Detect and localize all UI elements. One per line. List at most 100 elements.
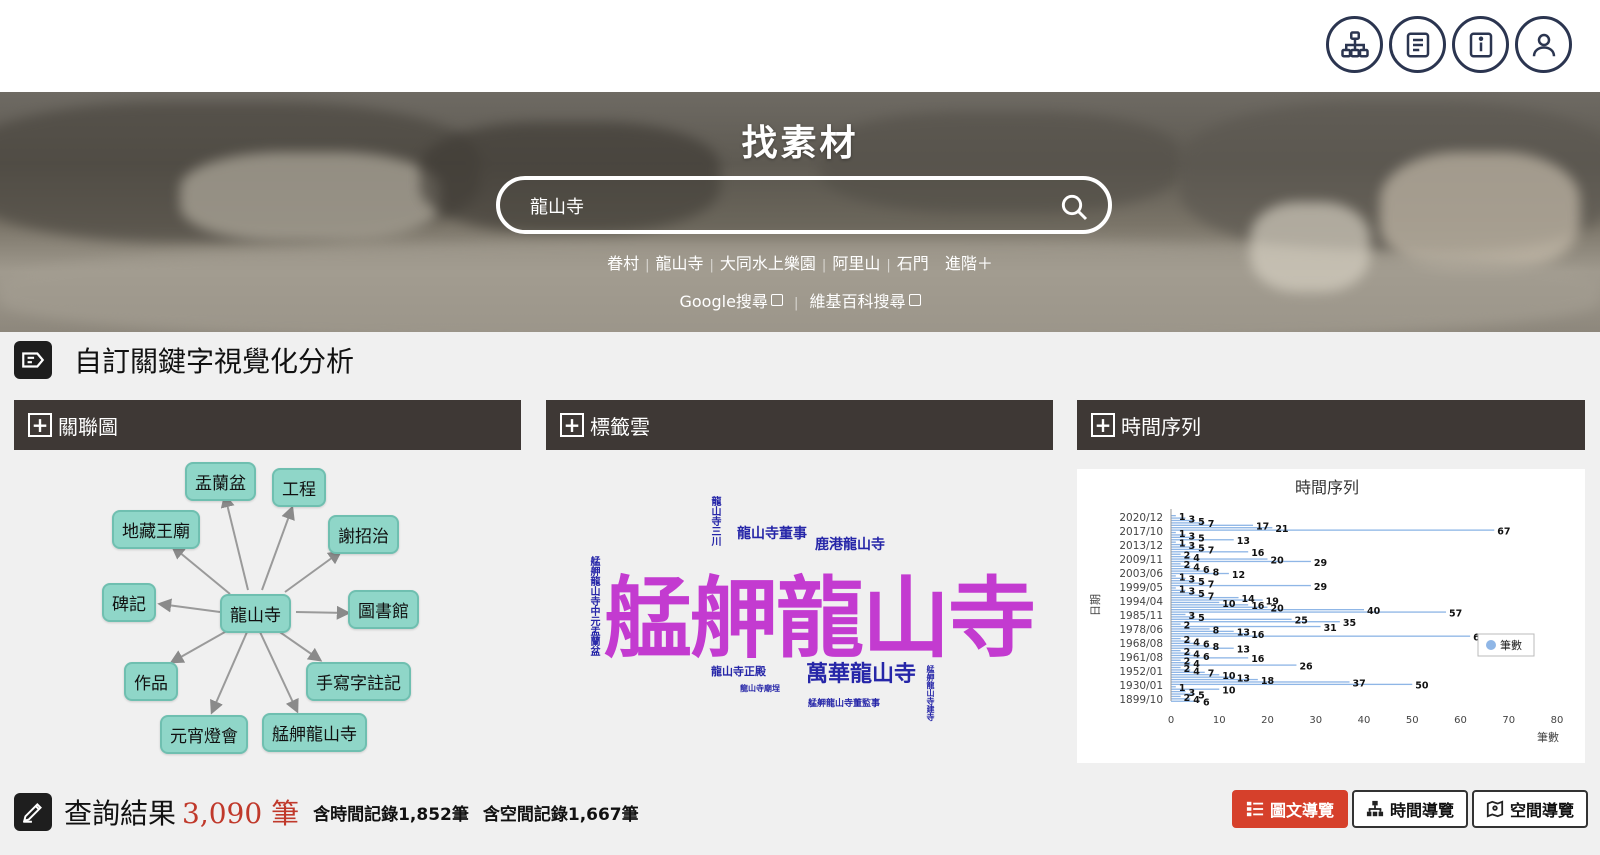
data-label: 18 <box>1261 676 1275 687</box>
panel-cloud-header[interactable]: + 標籤雲 <box>546 400 1053 450</box>
chart-bar <box>1171 683 1413 686</box>
panel-timeline-header[interactable]: + 時間序列 <box>1077 400 1585 450</box>
quick-link-3[interactable]: 大同水上樂園 <box>720 254 816 273</box>
cloud-word[interactable]: 艋舺龍山寺建寺 <box>925 665 936 721</box>
chart-bar <box>1171 529 1495 531</box>
data-label: 20 <box>1271 555 1285 566</box>
data-label: 29 <box>1314 582 1327 593</box>
wiki-search-link[interactable]: 維基百科搜尋 <box>810 292 921 311</box>
data-label: 2 <box>1184 664 1191 675</box>
space-guide-button[interactable]: 空間導覽 <box>1472 790 1589 828</box>
graph-node[interactable]: 盂蘭盆 <box>185 462 256 501</box>
graph-node[interactable]: 謝招治 <box>328 515 399 554</box>
results-label: 查詢結果 <box>64 797 177 830</box>
results-count: 3,090 筆 <box>182 797 300 830</box>
data-label: 5 <box>1198 517 1205 528</box>
graph-node[interactable]: 艋舺龍山寺 <box>262 713 367 752</box>
x-tick-label: 50 <box>1406 715 1419 726</box>
chart-bar <box>1171 541 1176 543</box>
data-label: 1 <box>1179 584 1186 595</box>
user-icon <box>1532 33 1555 56</box>
timeline-chart-svg: 時間序列 0 10 20 30 40 50 60 70 80 筆數 日期 2020/12 2017/10 2… <box>1089 478 1563 744</box>
search-input[interactable] <box>530 192 1030 220</box>
sitemap-button[interactable] <box>1326 16 1383 73</box>
graph-node[interactable]: 地藏王廟 <box>112 510 200 549</box>
cloud-word[interactable]: 龍山寺董事 <box>737 523 807 543</box>
google-search-label: Google搜尋 <box>679 292 768 311</box>
cloud-word[interactable]: 龍山寺三川 <box>707 496 722 546</box>
data-label: 57 <box>1449 608 1462 619</box>
data-label: 1 <box>1179 572 1186 583</box>
data-label: 5 <box>1198 613 1205 624</box>
cloud-word[interactable]: 艋舺龍山寺中元盂蘭盆 <box>586 556 601 656</box>
search-icon[interactable] <box>1058 191 1090 223</box>
data-label: 3 <box>1188 587 1195 598</box>
document-button[interactable] <box>1389 16 1446 73</box>
graph-node[interactable]: 工程 <box>272 468 326 507</box>
advanced-search-link[interactable]: 進階＋ <box>945 254 993 273</box>
time-guide-button[interactable]: 時間導覽 <box>1352 790 1469 828</box>
data-label: 37 <box>1353 678 1366 689</box>
chart-title: 時間序列 <box>1295 478 1359 497</box>
cloud-word[interactable]: 龍山寺正殿 <box>711 663 766 679</box>
graph-center-node[interactable]: 龍山寺 <box>220 594 291 633</box>
image-text-guide-button[interactable]: 圖文導覽 <box>1232 790 1349 828</box>
chart-bar <box>1171 659 1181 661</box>
cloud-word[interactable]: 龍山寺廟埕 <box>740 683 780 694</box>
y-tick-label: 2009/11 <box>1119 554 1163 566</box>
y-tick-label: 2013/12 <box>1119 540 1163 552</box>
data-label: 25 <box>1295 616 1308 627</box>
data-label: 40 <box>1367 606 1381 617</box>
data-label: 29 <box>1314 558 1327 569</box>
graph-node[interactable]: 作品 <box>124 662 178 701</box>
data-label: 2 <box>1184 560 1191 571</box>
data-label: 8 <box>1213 642 1220 653</box>
x-axis-label: 筆數 <box>1537 730 1559 744</box>
legend-label: 筆數 <box>1500 638 1522 652</box>
data-label: 4 <box>1193 637 1200 648</box>
data-label: 16 <box>1251 548 1265 559</box>
y-axis-label: 日期 <box>1089 594 1102 616</box>
data-label: 13 <box>1237 628 1250 639</box>
quick-link-5[interactable]: 石門 <box>897 254 929 273</box>
chart-bar <box>1171 649 1181 652</box>
y-tick-label: 1961/08 <box>1119 652 1163 664</box>
panel-graph-title: 關聯圖 <box>58 414 118 439</box>
cloud-word[interactable]: 艋舺龍山寺董監事 <box>808 696 880 709</box>
data-label: 67 <box>1497 526 1510 537</box>
hierarchy-icon <box>1366 800 1384 818</box>
cloud-word[interactable]: 萬華龍山寺 <box>806 656 916 688</box>
chart-bar <box>1171 575 1176 577</box>
data-label: 8 <box>1213 567 1220 578</box>
quick-link-4[interactable]: 阿里山 <box>832 254 880 273</box>
data-label: 7 <box>1208 592 1215 603</box>
wiki-search-label: 維基百科搜尋 <box>809 292 906 311</box>
data-label: 4 <box>1193 666 1200 677</box>
graph-node[interactable]: 圖書館 <box>348 590 419 629</box>
chart-bar <box>1171 686 1176 688</box>
data-label: 6 <box>1203 640 1210 651</box>
user-button[interactable] <box>1515 16 1572 73</box>
legend-marker <box>1486 640 1496 650</box>
google-search-link[interactable]: Google搜尋 <box>679 292 783 311</box>
chart-bar <box>1171 637 1181 640</box>
data-label: 10 <box>1222 686 1236 697</box>
graph-node[interactable]: 碑記 <box>102 583 156 622</box>
graph-node[interactable]: 手寫字註記 <box>306 662 411 701</box>
data-label: 13 <box>1237 673 1250 684</box>
hero-banner: 找素材 眷村|龍山寺|大同水上樂園|阿里山|石門 進階＋ Google搜尋 | … <box>0 92 1600 332</box>
data-label: 8 <box>1213 625 1220 636</box>
graph-node[interactable]: 元宵燈會 <box>160 715 248 754</box>
data-label: 21 <box>1275 524 1288 535</box>
data-label: 31 <box>1324 623 1337 634</box>
x-tick-label: 30 <box>1309 715 1322 726</box>
data-label: 1 <box>1179 539 1186 550</box>
info-button[interactable] <box>1452 16 1509 73</box>
cloud-word[interactable]: 鹿港龍山寺 <box>815 534 885 554</box>
space-records-count: 含空間記錄1,667筆 <box>482 804 639 825</box>
quick-link-2[interactable]: 龍山寺 <box>656 254 704 273</box>
x-tick-label: 70 <box>1502 715 1515 726</box>
panel-graph-header[interactable]: + 關聯圖 <box>14 400 521 450</box>
chart-bar <box>1171 560 1311 563</box>
quick-link-1[interactable]: 眷村 <box>607 254 639 273</box>
